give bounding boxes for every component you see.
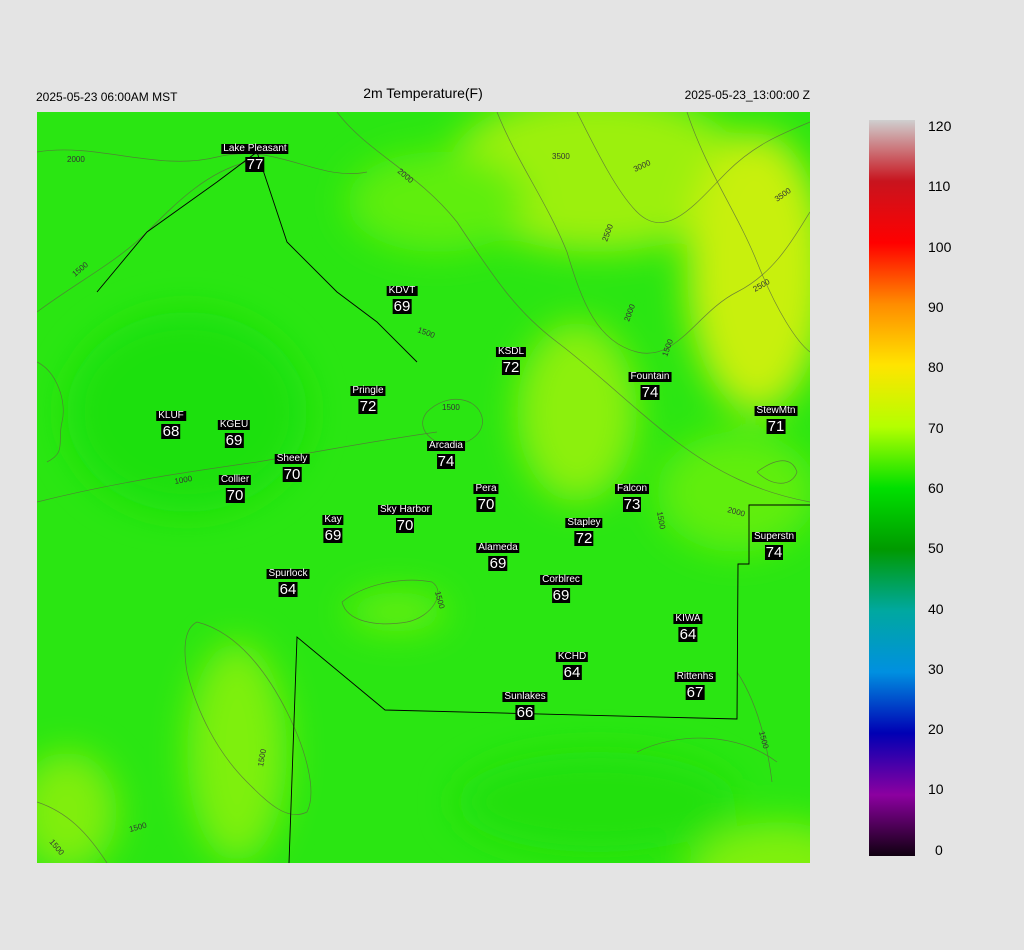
colorbar-tick: 30: [928, 661, 944, 677]
station-temp: 67: [685, 684, 705, 701]
station-rittenhs: Rittenhs 67: [674, 667, 716, 701]
station-name: StewMtn: [754, 405, 798, 416]
station-corblrec: Corblrec 69: [540, 570, 582, 603]
station-temp: 69: [551, 587, 571, 604]
station-pringle: Pringle 72: [350, 381, 386, 415]
station-name: KCHD: [555, 651, 589, 662]
station-kay: Kay 69: [322, 510, 344, 544]
station-name: KIWA: [673, 613, 703, 624]
colorbar-tick: 110: [928, 178, 951, 194]
station-temp: 71: [766, 418, 786, 435]
station-temp: 69: [392, 298, 412, 315]
temperature-map: 2000 2000 3500 3000 3500 1500 2500 2500 …: [37, 112, 810, 863]
valid-time-utc: 2025-05-23_13:00:00 Z: [684, 88, 810, 102]
station-name: Superstn: [751, 531, 797, 542]
station-stewmtn: StewMtn 71: [754, 401, 798, 435]
colorbar-tick: 10: [928, 781, 944, 797]
station-name: Falcon: [614, 483, 650, 494]
station-collier: Collier 70: [218, 470, 252, 504]
station-kiwa: KIWA 64: [673, 609, 703, 643]
station-arcadia: Arcadia 74: [427, 436, 465, 469]
colorbar-tick: 60: [928, 480, 944, 496]
station-temp: 72: [501, 359, 521, 376]
station-name: Fountain: [628, 371, 672, 382]
station-name: Sunlakes: [502, 691, 548, 702]
station-temp: 73: [622, 496, 642, 513]
station-temp: 64: [678, 626, 698, 643]
colorbar-tick: 90: [928, 299, 944, 315]
station-kluf: KLUF 68: [156, 406, 186, 439]
station-name: KLUF: [156, 410, 186, 421]
station-name: KSDL: [495, 346, 527, 357]
station-temp: 77: [245, 156, 265, 173]
station-stapley: Stapley 72: [565, 513, 603, 547]
color-scale-bar: [869, 120, 915, 856]
station-temp: 70: [395, 517, 415, 534]
station-kchd: KCHD 64: [555, 647, 589, 681]
station-alameda: Alameda 69: [476, 538, 520, 572]
station-temp: 69: [224, 432, 244, 449]
station-falcon: Falcon 73: [614, 479, 650, 513]
station-name: Corblrec: [540, 574, 582, 585]
station-sky-harbor: Sky Harbor 70: [377, 500, 433, 534]
colorbar-tick: 0: [935, 842, 943, 858]
colorbar-tick: 100: [928, 239, 952, 255]
station-name: Pera: [473, 483, 499, 494]
station-temp: 69: [323, 527, 343, 544]
station-temp: 69: [488, 555, 508, 572]
colorbar-tick: 40: [928, 601, 944, 617]
station-temp: 64: [562, 664, 582, 681]
station-temp: 74: [436, 453, 456, 470]
station-name: Lake Pleasant: [221, 143, 289, 154]
station-name: Spurlock: [266, 568, 310, 579]
station-temp: 68: [161, 423, 181, 440]
station-name: Arcadia: [427, 440, 465, 451]
station-temp: 64: [278, 581, 298, 598]
station-pera: Pera 70: [473, 479, 499, 513]
station-kdvt: KDVT 69: [386, 281, 418, 315]
station-name: Stapley: [565, 517, 603, 528]
station-sunlakes: Sunlakes 66: [502, 687, 548, 721]
station-temp: 74: [640, 384, 660, 401]
station-fountain: Fountain 74: [628, 367, 672, 401]
map-field: 2000 2000 3500 3000 3500 1500 2500 2500 …: [37, 112, 810, 863]
colorbar-tick: 120: [928, 118, 952, 134]
station-name: Pringle: [350, 385, 386, 396]
station-name: KDVT: [386, 285, 418, 296]
station-name: Sky Harbor: [377, 504, 433, 515]
station-kgeu: KGEU 69: [217, 415, 251, 449]
svg-text:2000: 2000: [67, 155, 85, 164]
svg-text:1500: 1500: [442, 403, 460, 412]
station-sheely: Sheely 70: [274, 449, 310, 483]
colorbar-tick: 80: [928, 359, 944, 375]
station-temp: 74: [764, 544, 784, 561]
colorbar-tick: 70: [928, 420, 944, 436]
station-temp: 66: [515, 704, 535, 721]
station-temp: 70: [282, 466, 302, 483]
station-temp: 70: [225, 487, 245, 504]
station-temp: 70: [476, 496, 496, 513]
station-name: Sheely: [274, 453, 310, 464]
station-name: Alameda: [476, 542, 520, 553]
station-ksdl: KSDL 72: [495, 342, 527, 376]
station-superstn: Superstn 74: [751, 527, 797, 561]
station-name: Collier: [218, 474, 252, 485]
station-lake-pleasant: Lake Pleasant 77: [221, 139, 289, 173]
svg-text:3500: 3500: [552, 152, 570, 161]
colorbar-tick: 20: [928, 721, 944, 737]
colorbar-tick: 50: [928, 540, 944, 556]
station-name: Kay: [322, 514, 344, 525]
station-name: Rittenhs: [674, 671, 716, 682]
station-temp: 72: [358, 398, 378, 415]
station-temp: 72: [574, 530, 594, 547]
station-spurlock: Spurlock 64: [266, 564, 310, 598]
station-name: KGEU: [217, 419, 251, 430]
